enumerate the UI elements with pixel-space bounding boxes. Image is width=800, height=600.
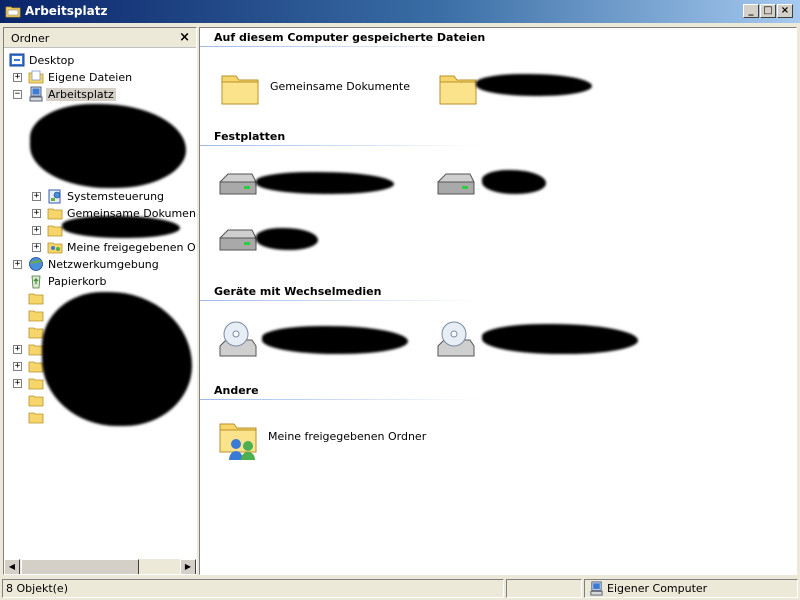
tree-item-eigene-dateien[interactable]: + Eigene Dateien [4, 69, 196, 86]
expand-icon[interactable]: + [32, 226, 41, 235]
minimize-button[interactable]: _ [743, 4, 759, 18]
tree-item-label: Meine freigegebenen Ordner [67, 241, 196, 254]
scroll-right-button[interactable]: ▶ [180, 559, 196, 574]
tree-item-label: Systemsteuerung [67, 190, 165, 203]
close-button[interactable]: × [777, 4, 793, 18]
my-computer-icon [590, 581, 603, 596]
tree-item-meine-freigegebenen-ordner[interactable]: + Meine freigegebenen Ordner [4, 239, 196, 256]
group-header-andere: Andere [214, 384, 259, 397]
status-panel-count: 8 Objekt(e) [2, 579, 504, 598]
status-bar: 8 Objekt(e) Eigener Computer [0, 577, 800, 600]
item-label: Meine freigegebenen Ordner [268, 430, 427, 443]
desktop-icon [9, 53, 25, 67]
tree-item-label: Arbeitsplatz [46, 88, 116, 101]
cd-drive-icon [437, 321, 475, 357]
shared-folder-icon [47, 242, 63, 254]
item-gemeinsame-dokumente[interactable]: Gemeinsame Dokumente [218, 66, 418, 110]
scroll-left-button[interactable]: ◀ [4, 559, 20, 574]
redacted-area [256, 172, 394, 194]
expand-icon[interactable]: + [32, 243, 41, 252]
expand-icon[interactable]: + [13, 260, 22, 269]
horizontal-scrollbar[interactable]: ◀ ▶ [4, 558, 196, 574]
hard-drive-icon [219, 173, 257, 195]
redacted-area [30, 104, 186, 188]
folders-pane-header: Ordner × [4, 28, 196, 48]
expand-icon[interactable]: + [13, 362, 22, 371]
status-zone-label: Eigener Computer [607, 582, 708, 595]
tree-item-label: Desktop [29, 54, 75, 67]
folder-icon [5, 6, 21, 18]
folder-icon [47, 225, 63, 237]
group-divider [200, 399, 480, 400]
tree-item-netzwerkumgebung[interactable]: + Netzwerkumgebung [4, 256, 196, 273]
folder-icon [28, 412, 44, 424]
expand-icon[interactable]: + [13, 345, 22, 354]
window-title: Arbeitsplatz [25, 4, 108, 18]
maximize-button[interactable]: □ [760, 4, 776, 18]
tree-item-label: Papierkorb [48, 275, 107, 288]
my-computer-icon [29, 86, 43, 102]
folders-pane: Ordner × Desktop + Eigene Dateien − Arbe… [3, 27, 197, 575]
scrollbar-thumb[interactable] [21, 559, 139, 574]
tree-item-papierkorb[interactable]: Papierkorb [4, 273, 196, 290]
hard-drive-icon [437, 173, 475, 195]
tree-item-label: Eigene Dateien [48, 71, 133, 84]
folders-pane-close-button[interactable]: × [179, 30, 190, 45]
group-header-stored-files: Auf diesem Computer gespeicherte Dateien [214, 31, 486, 44]
group-divider [200, 46, 480, 47]
collapse-icon[interactable]: − [13, 90, 22, 99]
tree-item-systemsteuerung[interactable]: + Systemsteuerung [4, 188, 196, 205]
control-panel-icon [48, 189, 61, 204]
folder-icon [47, 208, 63, 220]
recycle-bin-icon [31, 275, 41, 289]
redacted-area [482, 170, 546, 194]
expand-icon[interactable]: + [32, 192, 41, 201]
tree-item-label: Netzwerkumgebung [48, 258, 159, 271]
explorer-window: Arbeitsplatz _ □ × Ordner × Desktop + Ei… [0, 0, 800, 600]
expand-icon[interactable]: + [13, 379, 22, 388]
hard-drive-icon [219, 229, 257, 251]
folder-icon [28, 310, 44, 322]
redacted-area [62, 216, 180, 238]
folder-icon [439, 75, 477, 105]
redacted-area [482, 324, 638, 354]
redacted-area [256, 228, 318, 250]
network-icon [29, 257, 43, 271]
shared-folder-icon [219, 423, 257, 460]
expand-icon[interactable]: + [32, 209, 41, 218]
item-label: Gemeinsame Dokumente [270, 80, 410, 93]
cd-drive-icon [219, 321, 257, 357]
group-divider [200, 300, 480, 301]
folder-icon [28, 378, 44, 390]
group-header-wechselmedien: Geräte mit Wechselmedien [214, 285, 382, 298]
folder-icon [28, 395, 44, 407]
status-panel-size [506, 579, 582, 598]
folder-icon [221, 75, 259, 105]
tree-item-desktop[interactable]: Desktop [4, 52, 196, 69]
tree-item-arbeitsplatz[interactable]: − Arbeitsplatz [4, 86, 196, 103]
redacted-area [476, 74, 592, 96]
folder-icon [28, 293, 44, 305]
title-bar[interactable]: Arbeitsplatz _ □ × [0, 0, 800, 23]
my-documents-icon [28, 70, 44, 84]
folders-pane-title: Ordner [11, 32, 50, 45]
status-object-count: 8 Objekt(e) [6, 582, 68, 595]
redacted-area [262, 326, 408, 354]
content-pane: Auf diesem Computer gespeicherte Dateien… [199, 27, 797, 575]
group-header-festplatten: Festplatten [214, 130, 286, 143]
item-meine-freigegebenen-ordner[interactable]: Meine freigegebenen Ordner [216, 416, 456, 460]
expand-icon[interactable]: + [13, 73, 22, 82]
group-divider [200, 145, 480, 146]
status-panel-zone: Eigener Computer [584, 579, 798, 598]
